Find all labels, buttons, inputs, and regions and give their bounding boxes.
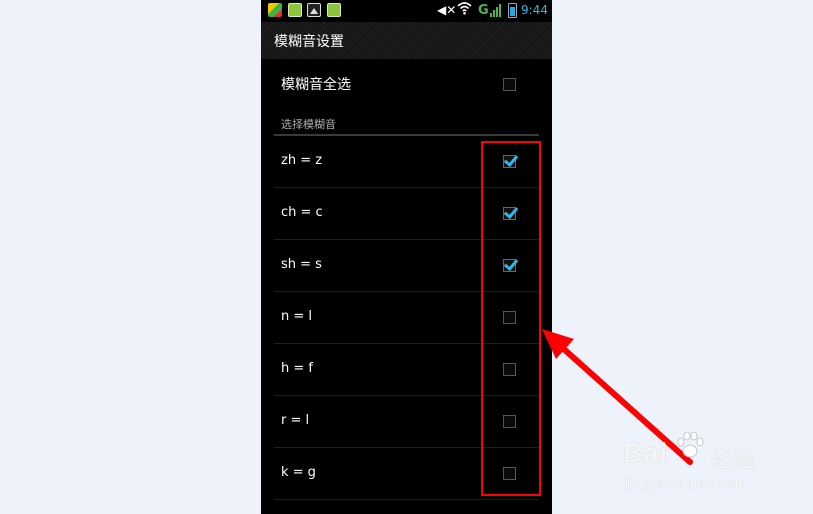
battery-icon	[508, 3, 517, 18]
app-icon	[327, 3, 341, 17]
list-item[interactable]: n = l	[274, 292, 539, 344]
select-all-label: 模糊音全选	[281, 77, 351, 93]
list-item-checkbox[interactable]	[503, 311, 516, 324]
list-item-checkbox[interactable]	[503, 255, 519, 272]
list-item-label: k = g	[281, 465, 316, 480]
app-icon	[288, 3, 302, 17]
clock: 9:44	[521, 3, 548, 17]
list-item[interactable]: ch = c	[274, 188, 539, 240]
list-item[interactable]: r = l	[274, 396, 539, 448]
list-item-label: r = l	[281, 413, 310, 428]
watermark-brand: 经验	[711, 448, 756, 473]
list-item-checkbox[interactable]	[503, 363, 516, 376]
checkmark-icon	[503, 203, 519, 220]
list-item-checkbox[interactable]	[503, 203, 519, 220]
select-all-row[interactable]: 模糊音全选	[274, 59, 539, 109]
fuzzy-sound-list: zh = z ch = c sh = s n = l h = f r = l k…	[274, 136, 539, 500]
list-item-checkbox[interactable]	[503, 415, 516, 428]
list-item-checkbox[interactable]	[503, 467, 516, 480]
checkmark-icon	[503, 255, 519, 272]
watermark-url: jingyan.baidu.com	[625, 476, 747, 491]
action-bar: 模糊音设置	[261, 22, 552, 59]
section-label: 选择模糊音	[281, 118, 336, 131]
checkmark-icon	[503, 151, 519, 168]
app-icon	[268, 3, 282, 17]
wifi-icon	[457, 2, 472, 19]
list-item[interactable]: k = g	[274, 448, 539, 500]
list-item-checkbox[interactable]	[503, 151, 519, 168]
section-header: 选择模糊音	[274, 116, 539, 136]
list-item-label: n = l	[281, 309, 313, 324]
phone-screen: ◀✕ G 9:44 模糊音设置 模糊音全选 选择模糊音 zh = z ch = …	[261, 0, 552, 514]
paw-icon	[677, 431, 704, 458]
list-item[interactable]: zh = z	[274, 136, 539, 188]
page-title: 模糊音设置	[274, 34, 344, 50]
watermark-logo-text: Bai	[623, 438, 669, 468]
status-bar: ◀✕ G 9:44	[261, 0, 552, 22]
list-item[interactable]: h = f	[274, 344, 539, 396]
list-item-label: ch = c	[281, 205, 323, 220]
network-type-label: G	[478, 3, 489, 18]
list-item-label: sh = s	[281, 257, 322, 272]
mute-icon: ◀✕	[437, 3, 457, 17]
image-icon	[307, 3, 321, 17]
list-item-label: zh = z	[281, 153, 323, 168]
select-all-checkbox[interactable]	[503, 78, 516, 91]
list-item-label: h = f	[281, 361, 313, 376]
watermark: Bai 经验 jingyan.baidu.com	[623, 430, 773, 500]
signal-icon	[490, 4, 502, 17]
list-item[interactable]: sh = s	[274, 240, 539, 292]
